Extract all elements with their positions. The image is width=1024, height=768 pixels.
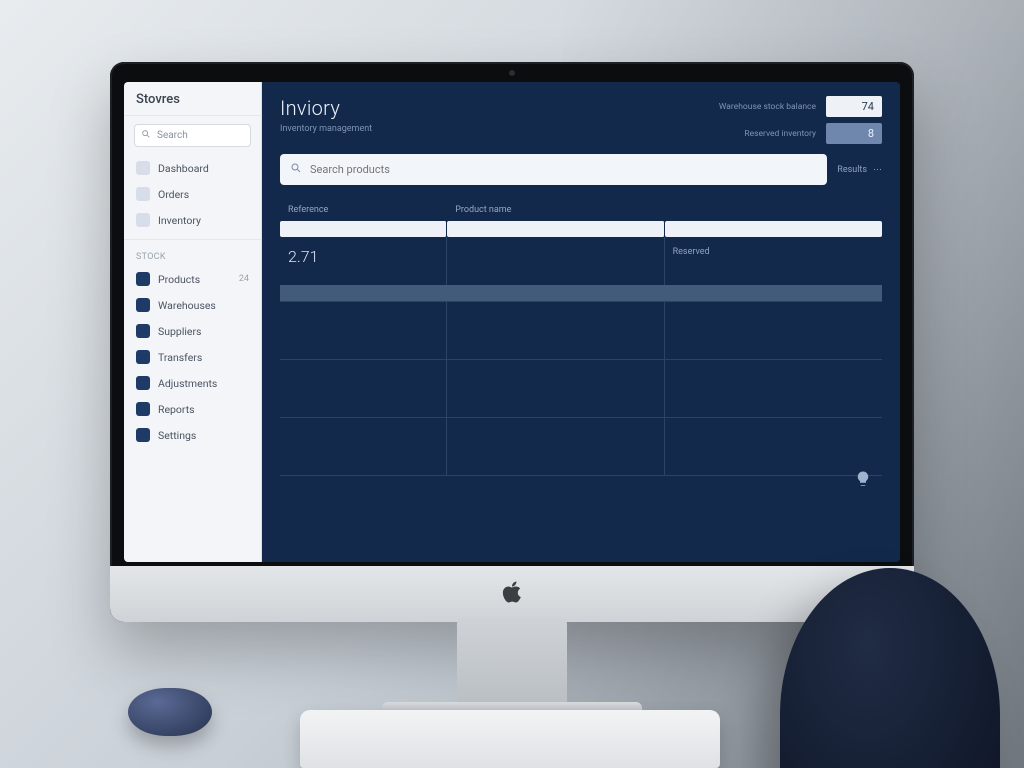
sidebar-badge: 24 (239, 274, 249, 284)
sidebar-item-label: Products (158, 273, 200, 286)
summary-row: 2.71 Reserved (262, 237, 900, 285)
sidebar-item-transfers[interactable]: Transfers (124, 344, 261, 370)
truck-icon (136, 324, 150, 338)
search-result-label: Results (837, 165, 867, 175)
sidebar-item-label: Settings (158, 429, 196, 442)
grid-cell[interactable] (447, 360, 664, 418)
summary-cell-secondary: Reserved (665, 237, 882, 285)
col-header-2[interactable]: Product name (447, 199, 664, 221)
search-icon (141, 129, 151, 142)
search-input-wrap[interactable] (280, 154, 827, 185)
cart-icon (136, 187, 150, 201)
gear-icon (136, 428, 150, 442)
grid-cell[interactable] (280, 360, 447, 418)
summary-cell-empty (447, 237, 664, 285)
section-divider (280, 285, 882, 301)
col-filter-3[interactable] (665, 221, 882, 237)
sidebar-item-label: Suppliers (158, 325, 201, 338)
sidebar-item-products[interactable]: Products 24 (124, 266, 261, 292)
sidebar-item-label: Inventory (158, 214, 201, 227)
grid-cell[interactable] (447, 418, 664, 476)
sidebar: Stovres Search Dashboard Orde (124, 82, 262, 562)
sidebar-item-label: Transfers (158, 351, 202, 364)
box-icon (136, 213, 150, 227)
metric-value: 74 (826, 96, 882, 117)
monitor-chin (110, 566, 914, 622)
monitor-frame: Stovres Search Dashboard Orde (110, 62, 914, 622)
home-icon (136, 298, 150, 312)
column-filters (262, 221, 900, 237)
col-filter-2[interactable] (447, 221, 664, 237)
help-button[interactable] (854, 470, 872, 488)
sidebar-item-adjustments[interactable]: Adjustments (124, 370, 261, 396)
metric-value: 8 (826, 123, 882, 144)
grid-cell[interactable] (665, 418, 882, 476)
sidebar-search[interactable]: Search (134, 124, 251, 147)
metric-row: Reserved inventory 8 (706, 123, 882, 144)
sidebar-group-label: Stock (124, 246, 261, 266)
monitor-stand-neck (457, 618, 567, 708)
page-subtitle: Inventory management (280, 124, 372, 134)
sidebar-divider (124, 239, 261, 240)
sidebar-item-orders[interactable]: Orders (124, 181, 261, 207)
swap-icon (136, 350, 150, 364)
app-name: Stovres (124, 82, 261, 116)
main-panel: Inviory Inventory management Warehouse s… (262, 82, 900, 562)
camera-dot (509, 70, 515, 76)
search-input[interactable] (310, 163, 817, 176)
col-header-3[interactable] (665, 199, 882, 221)
mouse (128, 688, 212, 736)
data-grid (280, 301, 882, 548)
summary-value: 2.71 (288, 247, 318, 266)
apple-logo-icon (501, 579, 523, 609)
search-icon (290, 162, 302, 177)
col-header-1[interactable]: Reference (280, 199, 447, 221)
app-window: Stovres Search Dashboard Orde (124, 82, 900, 562)
sidebar-item-label: Warehouses (158, 299, 216, 312)
keyboard (300, 710, 720, 768)
sidebar-item-dashboard[interactable]: Dashboard (124, 155, 261, 181)
grid-cell[interactable] (280, 418, 447, 476)
metric-row: Warehouse stock balance 74 (706, 96, 882, 117)
column-headers: Reference Product name (262, 199, 900, 221)
grid-cell[interactable] (665, 302, 882, 360)
topbar: Inviory Inventory management Warehouse s… (262, 82, 900, 148)
sidebar-item-suppliers[interactable]: Suppliers (124, 318, 261, 344)
sidebar-item-label: Dashboard (158, 162, 209, 175)
search-result-hint: ⋯ (873, 165, 882, 175)
search-row: Results ⋯ (262, 148, 900, 199)
metric-label: Reserved inventory (706, 129, 816, 139)
sidebar-item-label: Reports (158, 403, 195, 416)
sidebar-item-reports[interactable]: Reports (124, 396, 261, 422)
sidebar-search-placeholder: Search (157, 130, 188, 141)
grid-icon (136, 161, 150, 175)
search-meta: Results ⋯ (837, 165, 882, 175)
screen: Stovres Search Dashboard Orde (124, 82, 900, 562)
metrics: Warehouse stock balance 74 Reserved inve… (706, 96, 882, 144)
grid-cell[interactable] (447, 302, 664, 360)
sliders-icon (136, 376, 150, 390)
summary-cell-value: 2.71 (280, 237, 447, 285)
sidebar-item-inventory[interactable]: Inventory (124, 207, 261, 233)
summary-secondary-label: Reserved (673, 247, 710, 257)
sidebar-item-label: Adjustments (158, 377, 217, 390)
col-filter-1[interactable] (280, 221, 447, 237)
page-title: Inviory (280, 96, 372, 120)
chart-icon (136, 402, 150, 416)
sidebar-item-warehouses[interactable]: Warehouses (124, 292, 261, 318)
sidebar-item-label: Orders (158, 188, 189, 201)
sidebar-item-settings[interactable]: Settings (124, 422, 261, 448)
grid-cell[interactable] (280, 302, 447, 360)
grid-cell[interactable] (665, 360, 882, 418)
metric-label: Warehouse stock balance (706, 102, 816, 112)
tag-icon (136, 272, 150, 286)
lightbulb-icon (854, 478, 872, 491)
